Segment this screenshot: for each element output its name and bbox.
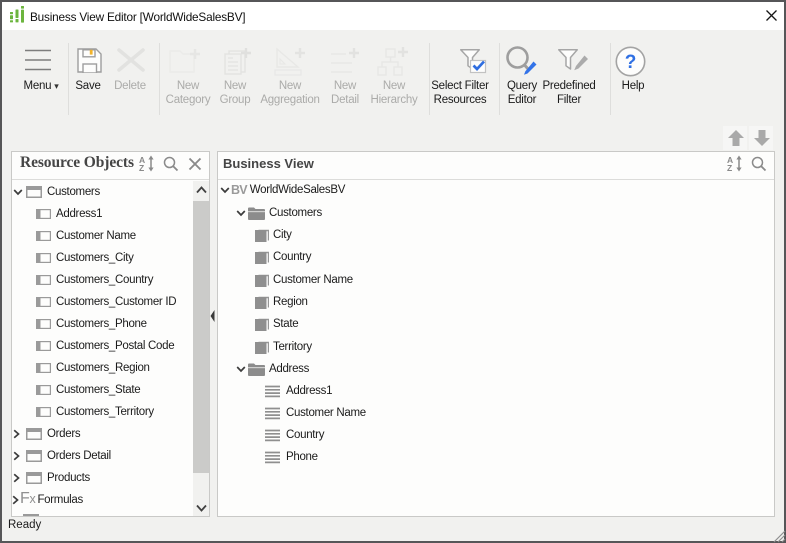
svg-text:?: ?: [625, 52, 637, 73]
svg-text:Z: Z: [139, 163, 144, 172]
svg-text:Z: Z: [727, 163, 732, 172]
